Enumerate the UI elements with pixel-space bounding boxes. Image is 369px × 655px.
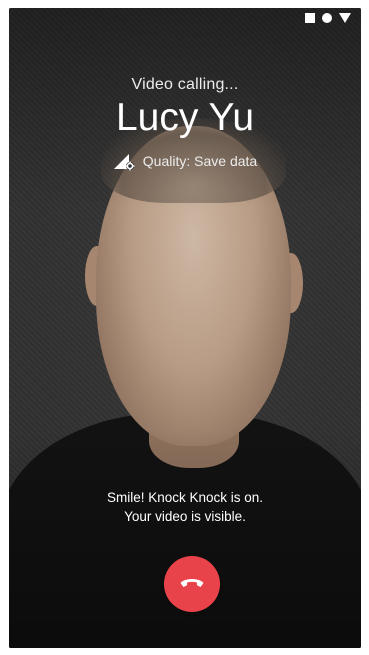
signal-triangle-icon xyxy=(339,13,351,23)
bottom-shade xyxy=(9,428,361,648)
knock-knock-line-2: Your video is visible. xyxy=(124,509,246,524)
quality-indicator[interactable]: Quality: Save data xyxy=(9,151,361,171)
signal-settings-icon xyxy=(113,151,135,171)
knock-knock-message: Smile! Knock Knock is on. Your video is … xyxy=(9,488,361,526)
status-bar xyxy=(305,13,351,23)
knock-knock-line-1: Smile! Knock Knock is on. xyxy=(106,490,264,505)
quality-label: Quality: Save data xyxy=(142,153,258,169)
hang-up-icon xyxy=(180,579,204,587)
record-circle-icon xyxy=(322,13,332,23)
call-status: Video calling... xyxy=(131,76,239,93)
video-call-screen: Video calling... Lucy Yu Quality: Save d… xyxy=(9,8,361,648)
caller-name: Lucy Yu xyxy=(115,96,255,139)
end-call-button[interactable] xyxy=(164,556,220,612)
stop-square-icon xyxy=(305,13,315,23)
